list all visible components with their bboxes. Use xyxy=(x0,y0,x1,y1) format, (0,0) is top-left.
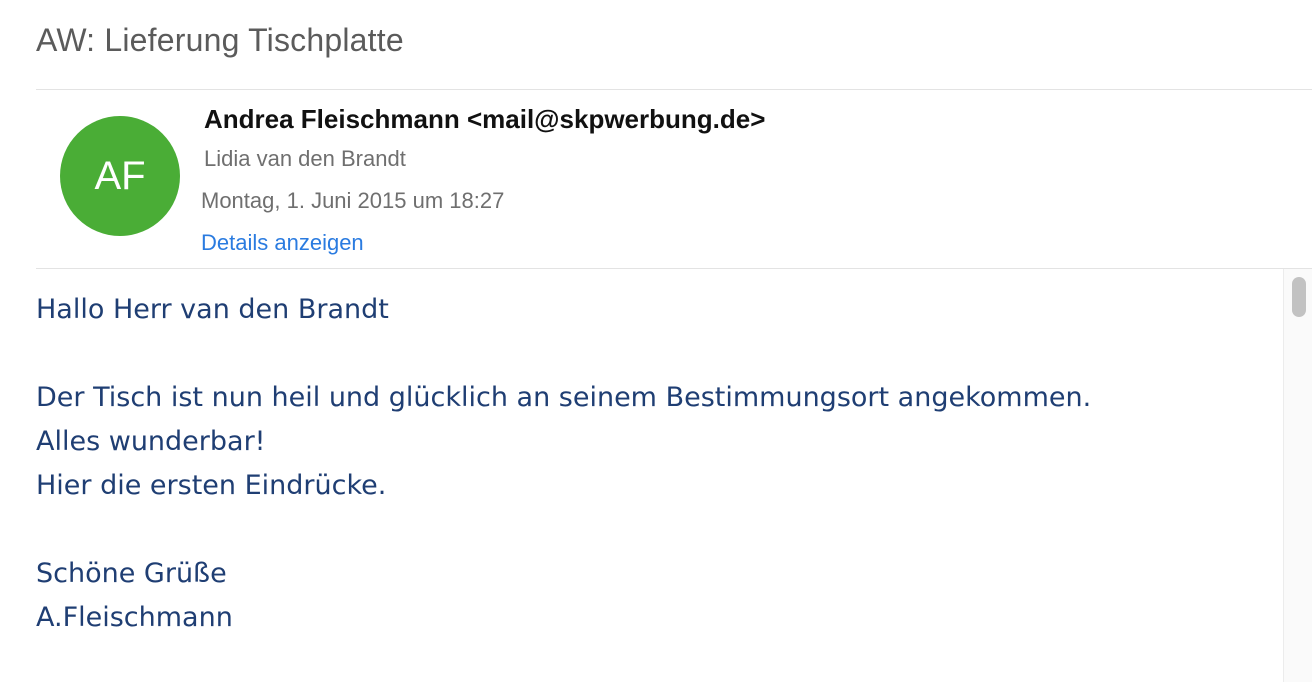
body-line: A.Fleischmann xyxy=(36,602,233,633)
header-divider-top xyxy=(36,89,1312,90)
body-line: Schöne Grüße xyxy=(36,558,227,589)
email-body: Hallo Herr van den Brandt Der Tisch ist … xyxy=(36,288,1266,640)
body-line xyxy=(36,508,1266,552)
vertical-scrollbar[interactable] xyxy=(1283,269,1312,682)
body-line: Hallo Herr van den Brandt xyxy=(36,294,389,325)
email-date: Montag, 1. Juni 2015 um 18:27 xyxy=(201,188,505,213)
recipient-name: Lidia van den Brandt xyxy=(204,146,406,171)
header-divider-bottom xyxy=(36,268,1312,269)
email-subject: AW: Lieferung Tischplatte xyxy=(36,22,404,58)
details-link[interactable]: Details anzeigen xyxy=(201,230,364,256)
sender-avatar: AF xyxy=(60,116,180,236)
avatar-initials: AF xyxy=(94,153,146,198)
body-line: Hier die ersten Eindrücke. xyxy=(36,470,387,501)
body-line: Alles wunderbar! xyxy=(36,426,266,457)
body-line: Der Tisch ist nun heil und glücklich an … xyxy=(36,382,1092,413)
sender-name: Andrea Fleischmann <mail@skpwerbung.de> xyxy=(204,104,766,134)
body-line xyxy=(36,332,1266,376)
scrollbar-thumb[interactable] xyxy=(1292,277,1306,317)
